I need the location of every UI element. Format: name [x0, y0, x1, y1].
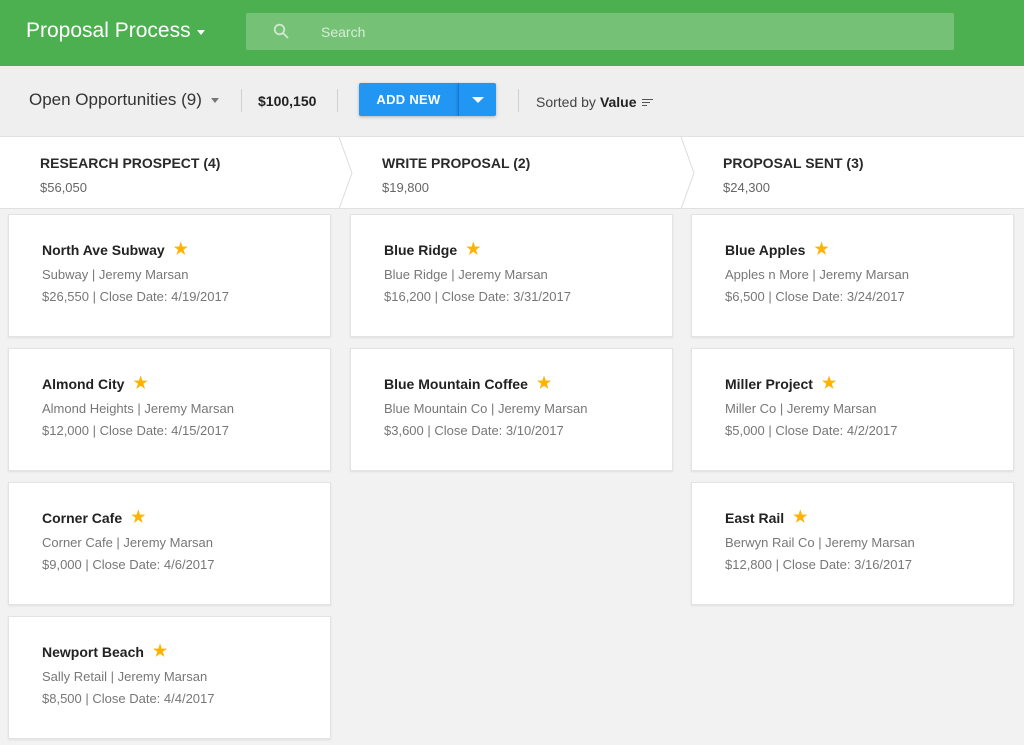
star-icon[interactable]: ★: [466, 242, 480, 258]
sorted-by-label: Sorted by: [536, 94, 596, 110]
star-icon[interactable]: ★: [131, 510, 145, 526]
stage-amount: $24,300: [723, 180, 770, 195]
star-icon[interactable]: ★: [133, 376, 147, 392]
opportunity-card[interactable]: Blue Apples ★ Apples n More | Jeremy Mars…: [691, 214, 1014, 337]
star-icon[interactable]: ★: [814, 242, 828, 258]
star-icon[interactable]: ★: [153, 644, 167, 660]
card-company-owner: Sally Retail | Jeremy Marsan: [42, 669, 208, 684]
card-value-close-date: $3,600 | Close Date: 3/10/2017: [384, 423, 564, 438]
card-value-close-date: $12,000 | Close Date: 4/15/2017: [42, 423, 229, 438]
card-company-owner: Almond Heights | Jeremy Marsan: [42, 401, 234, 416]
chevron-divider-icon: [338, 137, 353, 209]
opportunity-card[interactable]: East Rail ★ Berwyn Rail Co | Jeremy Marsa…: [691, 482, 1014, 605]
star-icon[interactable]: ★: [793, 510, 807, 526]
card-title: East Rail: [725, 510, 785, 526]
card-title: Blue Mountain Coffee: [384, 376, 528, 392]
add-new-dropdown-button[interactable]: [458, 83, 496, 116]
card-company-owner: Corner Cafe | Jeremy Marsan: [42, 535, 213, 550]
card-value-close-date: $12,800 | Close Date: 3/16/2017: [725, 557, 912, 572]
search-box[interactable]: [246, 13, 954, 50]
star-icon[interactable]: ★: [537, 376, 551, 392]
opportunity-card[interactable]: North Ave Subway ★ Subway | Jeremy Marsan…: [8, 214, 331, 337]
card-title: Almond City: [42, 376, 125, 392]
search-icon: [273, 23, 289, 39]
chevron-divider-icon: [680, 137, 695, 209]
stage-research-prospect[interactable]: RESEARCH PROSPECT (4) $56,050: [0, 137, 340, 209]
opportunity-card[interactable]: Corner Cafe ★ Corner Cafe | Jeremy Marsan…: [8, 482, 331, 605]
card-value-close-date: $5,000 | Close Date: 4/2/2017: [725, 423, 898, 438]
card-title: Blue Apples: [725, 242, 806, 258]
sort-icon: [641, 98, 653, 107]
search-input[interactable]: [321, 13, 921, 50]
divider: [337, 89, 338, 112]
stage-name: PROPOSAL SENT (3): [723, 155, 864, 171]
opportunities-filter-dropdown[interactable]: Open Opportunities (9): [29, 90, 219, 110]
stage-amount: $56,050: [40, 180, 87, 195]
app-bar: Proposal Process: [0, 0, 1024, 66]
opportunity-card[interactable]: Blue Mountain Coffee ★ Blue Mountain Co |…: [350, 348, 673, 471]
stage-name: RESEARCH PROSPECT (4): [40, 155, 221, 171]
stage-write-proposal[interactable]: WRITE PROPOSAL (2) $19,800: [354, 137, 680, 209]
divider: [241, 89, 242, 112]
divider: [518, 89, 519, 112]
filter-label: Open Opportunities (9): [29, 90, 202, 109]
stage-name: WRITE PROPOSAL (2): [382, 155, 531, 171]
add-new-button[interactable]: ADD NEW: [359, 83, 458, 116]
toolbar: Open Opportunities (9) $100,150 ADD NEW …: [0, 66, 1024, 137]
star-icon[interactable]: ★: [822, 376, 836, 392]
card-value-close-date: $8,500 | Close Date: 4/4/2017: [42, 691, 215, 706]
card-company-owner: Miller Co | Jeremy Marsan: [725, 401, 877, 416]
app-title: Proposal Process: [26, 19, 191, 42]
card-company-owner: Blue Ridge | Jeremy Marsan: [384, 267, 548, 282]
pipeline-stages-header: RESEARCH PROSPECT (4) $56,050 WRITE PROP…: [0, 137, 1024, 209]
dropdown-arrow-icon: [472, 97, 484, 103]
sorted-by-value: Value: [599, 94, 637, 110]
card-title: Corner Cafe: [42, 510, 123, 526]
opportunity-card[interactable]: Almond City ★ Almond Heights | Jeremy Mar…: [8, 348, 331, 471]
card-title: Newport Beach: [42, 644, 144, 660]
card-value-close-date: $6,500 | Close Date: 3/24/2017: [725, 289, 905, 304]
process-selector[interactable]: Proposal Process: [26, 19, 205, 43]
opportunity-card[interactable]: Newport Beach ★ Sally Retail | Jeremy Mar…: [8, 616, 331, 739]
card-value-close-date: $9,000 | Close Date: 4/6/2017: [42, 557, 215, 572]
card-title: Blue Ridge: [384, 242, 458, 258]
caret-down-icon: [196, 30, 205, 35]
star-icon[interactable]: ★: [174, 242, 188, 258]
card-value-close-date: $26,550 | Close Date: 4/19/2017: [42, 289, 229, 304]
opportunity-card[interactable]: Blue Ridge ★ Blue Ridge | Jeremy Marsan $…: [350, 214, 673, 337]
card-company-owner: Berwyn Rail Co | Jeremy Marsan: [725, 535, 915, 550]
stage-amount: $19,800: [382, 180, 429, 195]
card-value-close-date: $16,200 | Close Date: 3/31/2017: [384, 289, 571, 304]
stage-proposal-sent[interactable]: PROPOSAL SENT (3) $24,300: [696, 137, 1024, 209]
opportunity-card[interactable]: Miller Project ★ Miller Co | Jeremy Marsa…: [691, 348, 1014, 471]
sort-control[interactable]: Sorted by Value: [536, 94, 653, 110]
card-company-owner: Subway | Jeremy Marsan: [42, 267, 189, 282]
card-title: Miller Project: [725, 376, 813, 392]
card-company-owner: Blue Mountain Co | Jeremy Marsan: [384, 401, 588, 416]
card-company-owner: Apples n More | Jeremy Marsan: [725, 267, 909, 282]
caret-down-icon: [210, 97, 219, 103]
card-title: North Ave Subway: [42, 242, 165, 258]
total-value: $100,150: [258, 93, 317, 109]
